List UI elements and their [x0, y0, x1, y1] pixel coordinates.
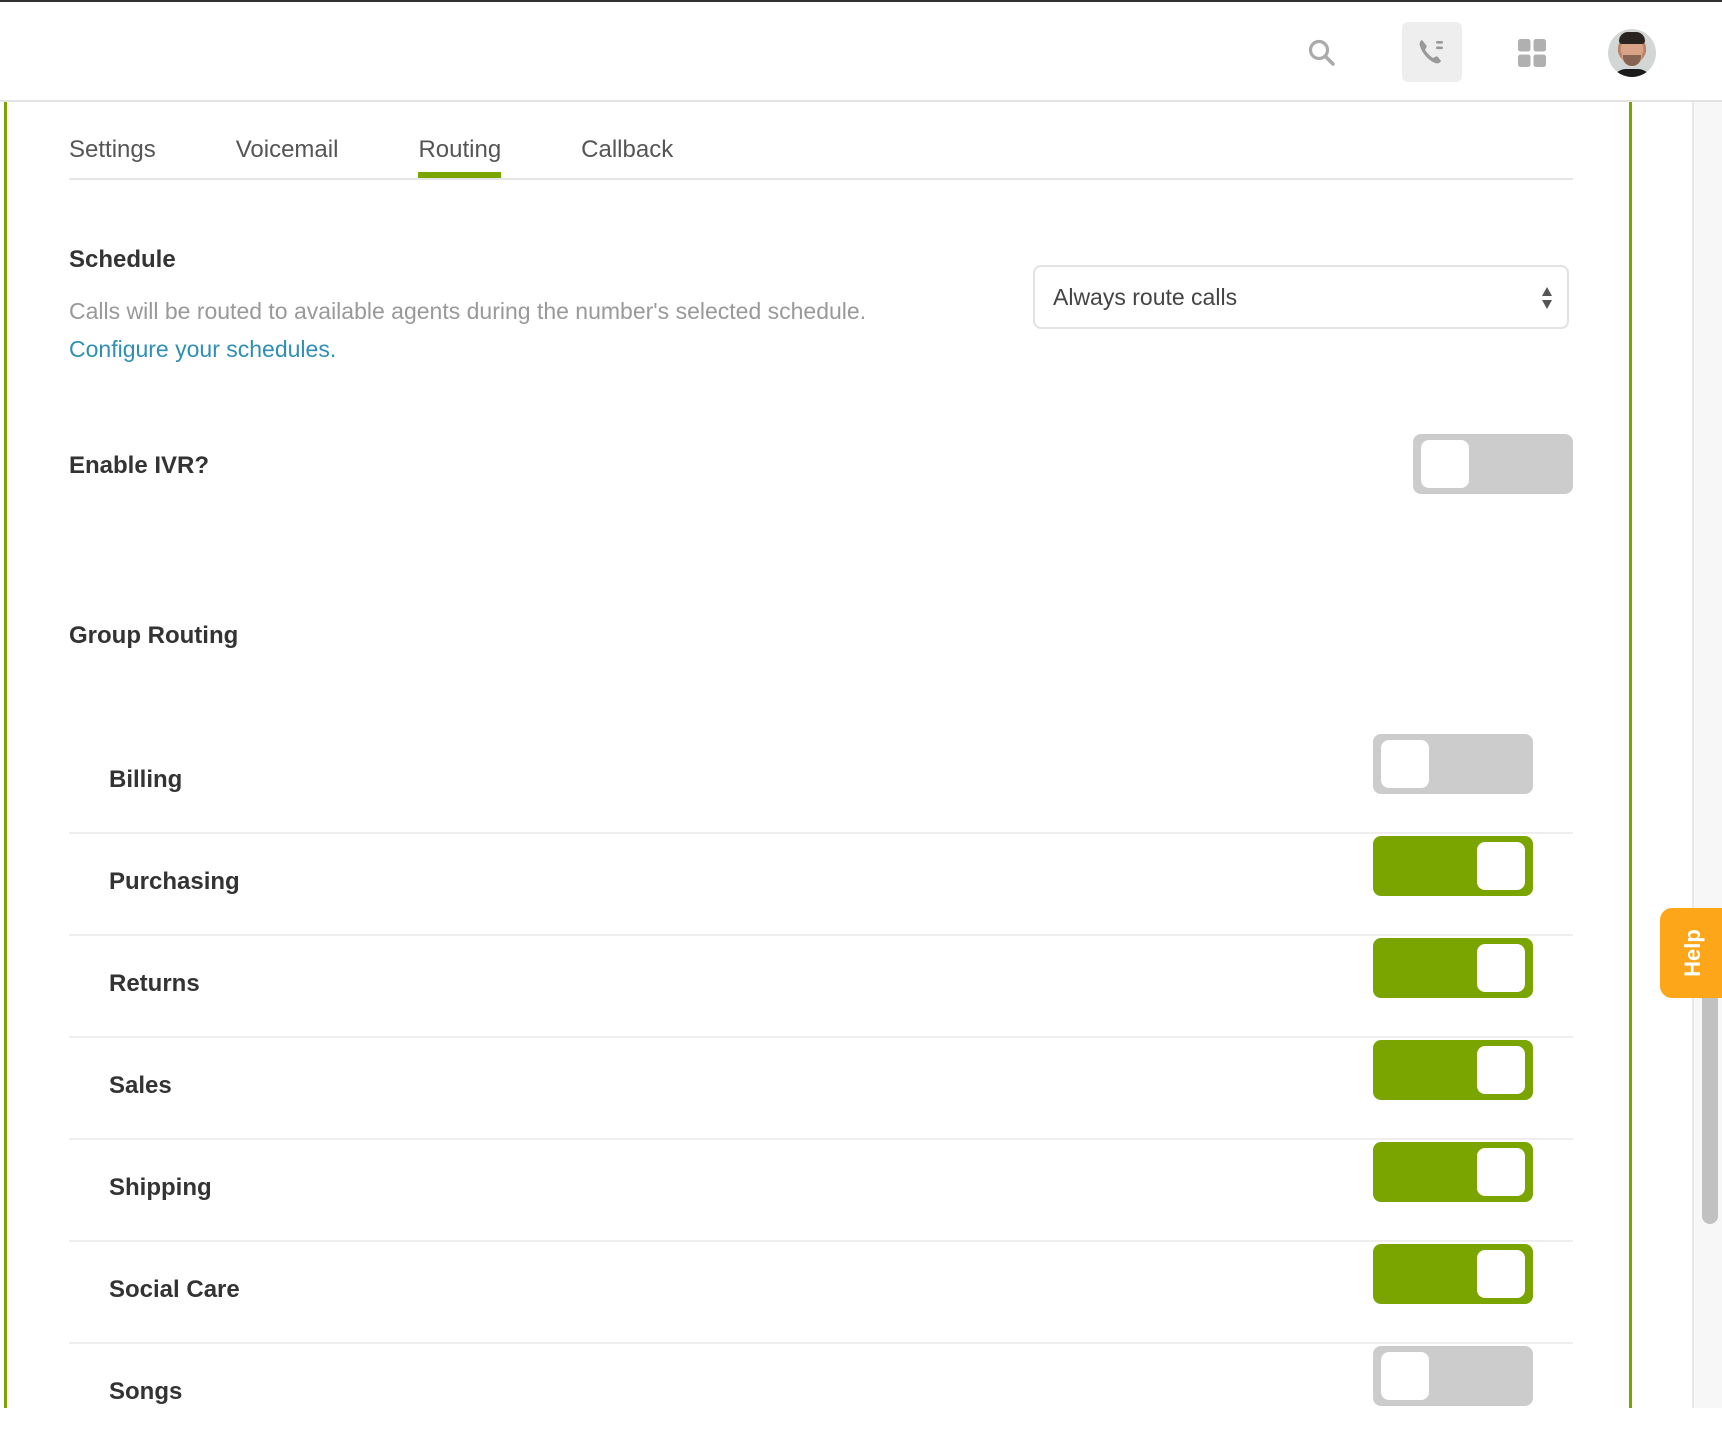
calls-button[interactable] [1402, 22, 1462, 82]
group-routing-heading: Group Routing [69, 622, 239, 649]
toggle-knob [1477, 842, 1525, 890]
group-label: Returns [109, 970, 200, 997]
help-button[interactable]: Help [1660, 908, 1722, 998]
configure-schedules-link[interactable]: Configure your schedules. [69, 336, 336, 363]
avatar-hair [1619, 32, 1645, 44]
apps-grid-icon [1518, 39, 1546, 67]
toggle-knob [1421, 440, 1469, 488]
schedule-description: Calls will be routed to available agents… [69, 298, 867, 324]
toggle-knob [1381, 740, 1429, 788]
tab-callback[interactable]: Callback [581, 132, 673, 176]
group-row-sales: Sales [69, 1038, 1573, 1140]
schedule-select[interactable]: Always route calls [1033, 265, 1569, 329]
group-toggle-social-care[interactable] [1373, 1244, 1533, 1304]
schedule-heading: Schedule [69, 246, 176, 273]
avatar-shirt [1612, 69, 1652, 77]
group-label: Songs [109, 1378, 183, 1405]
group-toggle-sales[interactable] [1373, 1040, 1533, 1100]
toggle-knob [1381, 1352, 1429, 1400]
tab-bar: Settings Voicemail Routing Callback [69, 132, 1573, 180]
toggle-knob [1477, 1046, 1525, 1094]
group-toggle-returns[interactable] [1373, 938, 1533, 998]
group-toggle-shipping[interactable] [1373, 1142, 1533, 1202]
group-routing-list: Billing Purchasing Returns Sales Shippin… [69, 732, 1573, 1444]
help-label: Help [1680, 929, 1705, 977]
group-row-songs: Songs [69, 1344, 1573, 1444]
group-row-social-care: Social Care [69, 1242, 1573, 1344]
group-row-shipping: Shipping [69, 1140, 1573, 1242]
group-label: Purchasing [109, 868, 240, 895]
enable-ivr-toggle[interactable] [1413, 434, 1573, 494]
toggle-knob [1477, 1148, 1525, 1196]
group-toggle-songs[interactable] [1373, 1346, 1533, 1406]
top-header [0, 2, 1722, 102]
search-icon [1308, 39, 1335, 66]
schedule-select-value: Always route calls [1053, 284, 1238, 310]
scrollbar[interactable] [1692, 102, 1722, 1408]
apps-button[interactable] [1506, 24, 1558, 82]
search-button[interactable] [1298, 24, 1346, 82]
group-row-purchasing: Purchasing [69, 834, 1573, 936]
enable-ivr-label: Enable IVR? [69, 452, 210, 479]
group-label: Shipping [109, 1174, 212, 1201]
group-row-billing: Billing [69, 732, 1573, 834]
tab-settings[interactable]: Settings [69, 132, 156, 176]
user-avatar[interactable] [1608, 29, 1656, 77]
phone-list-icon [1419, 40, 1443, 64]
select-arrows-icon [1542, 287, 1552, 309]
tab-voicemail[interactable]: Voicemail [236, 132, 339, 176]
routing-panel: Settings Voicemail Routing Callback Sche… [4, 102, 1632, 1408]
group-label: Billing [109, 766, 183, 793]
tab-routing[interactable]: Routing [418, 132, 501, 178]
group-toggle-billing[interactable] [1373, 734, 1533, 794]
group-toggle-purchasing[interactable] [1373, 836, 1533, 896]
group-label: Social Care [109, 1276, 240, 1303]
group-label: Sales [109, 1072, 172, 1099]
toggle-knob [1477, 944, 1525, 992]
group-row-returns: Returns [69, 936, 1573, 1038]
toggle-knob [1477, 1250, 1525, 1298]
